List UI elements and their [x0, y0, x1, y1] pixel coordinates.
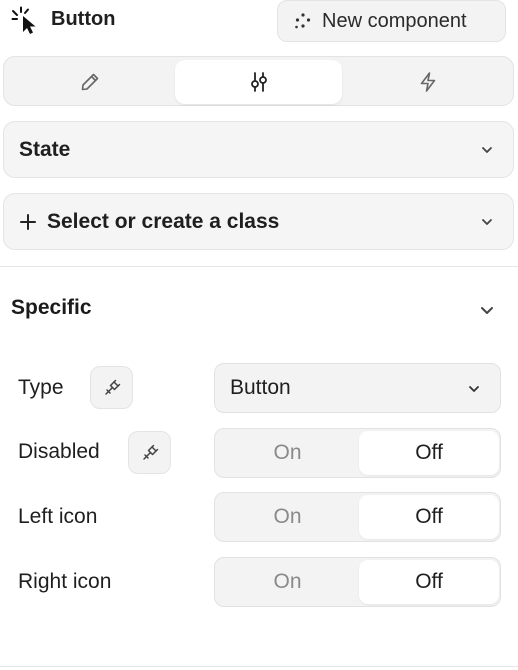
- tab-interactions[interactable]: [344, 60, 511, 104]
- collapse-chevron-icon[interactable]: [477, 300, 497, 320]
- panel-tabs: [3, 56, 514, 106]
- class-selector[interactable]: Select or create a class: [3, 193, 514, 250]
- right-icon-toggle: On Off: [214, 557, 501, 607]
- plug-icon: [104, 379, 120, 395]
- pencil-icon: [81, 73, 99, 91]
- section-divider: [0, 266, 518, 267]
- chevron-down-icon: [482, 147, 492, 153]
- state-dropdown[interactable]: State: [3, 121, 514, 178]
- type-dropdown[interactable]: Button: [214, 363, 501, 413]
- disabled-bind-button[interactable]: [128, 431, 171, 474]
- new-component-button[interactable]: New component: [277, 0, 506, 42]
- right-icon-label: Right icon: [18, 570, 112, 593]
- component-title: Button: [51, 8, 116, 30]
- right-icon-off-option[interactable]: Off: [359, 560, 499, 604]
- tab-style[interactable]: [7, 60, 173, 104]
- chevron-down-icon: [482, 219, 492, 225]
- left-icon-toggle: On Off: [214, 492, 501, 542]
- class-selector-label: Select or create a class: [47, 209, 280, 233]
- chevron-down-icon: [469, 386, 479, 392]
- tab-settings[interactable]: [175, 60, 342, 104]
- disabled-on-option[interactable]: On: [217, 431, 358, 475]
- type-bind-button[interactable]: [90, 366, 133, 409]
- left-icon-on-option[interactable]: On: [217, 495, 358, 539]
- plug-icon: [142, 444, 158, 460]
- type-label: Type: [18, 376, 64, 399]
- left-icon-off-option[interactable]: Off: [359, 495, 499, 539]
- right-icon-on-option[interactable]: On: [217, 560, 358, 604]
- left-icon-label: Left icon: [18, 505, 98, 528]
- new-component-label: New component: [322, 9, 467, 32]
- panel-header: Button New component: [0, 0, 518, 42]
- disabled-label: Disabled: [18, 440, 100, 463]
- plus-icon: [20, 213, 36, 230]
- cursor-sparkle-icon: [11, 6, 36, 34]
- bottom-divider: [0, 666, 518, 667]
- sparkle-dots-icon: [295, 13, 311, 29]
- disabled-off-option[interactable]: Off: [359, 431, 499, 475]
- properties-panel: Button New component State Select or cre…: [0, 0, 518, 670]
- sliders-icon: [250, 72, 267, 92]
- lightning-icon: [420, 72, 435, 92]
- section-title: Specific: [11, 296, 92, 319]
- type-value: Button: [230, 376, 291, 399]
- state-label: State: [19, 137, 71, 161]
- disabled-toggle: On Off: [214, 428, 501, 478]
